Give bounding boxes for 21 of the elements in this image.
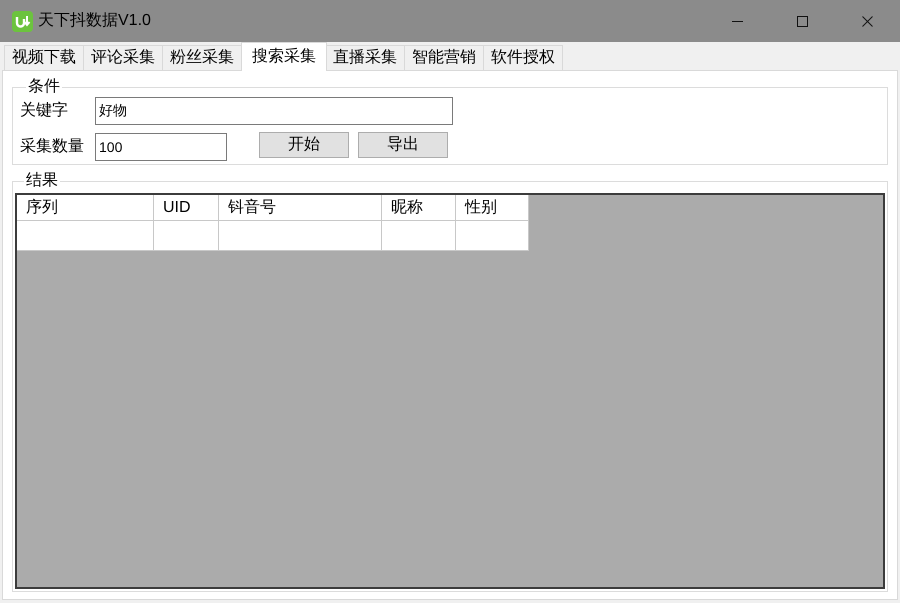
window-title: 天下抖数据V1.0 — [38, 11, 151, 31]
text-field[interactable]: 好物 — [95, 97, 453, 125]
app-icon — [12, 10, 33, 32]
field-label: 采集数量 — [20, 136, 85, 157]
group-title: 结果 — [25, 172, 59, 190]
column-header: 昵称 — [382, 195, 456, 221]
column-header: 性别 — [456, 195, 529, 221]
tab[interactable]: 视频下载 — [4, 45, 84, 70]
column-header: 序列 — [17, 195, 154, 221]
tab[interactable]: 搜索采集 — [241, 42, 327, 71]
tab[interactable]: 软件授权 — [483, 45, 563, 70]
action-button[interactable]: 开始 — [259, 132, 349, 158]
maximize-icon — [797, 16, 808, 26]
field-label: 关键字 — [20, 100, 69, 121]
text-field[interactable]: 100 — [95, 133, 227, 161]
table-cell — [154, 221, 219, 251]
column-header: 钭音号 — [219, 195, 382, 221]
close-icon — [862, 16, 873, 26]
column-header: UID — [154, 195, 219, 221]
group-title: 条件 — [27, 78, 61, 96]
action-button[interactable]: 导出 — [358, 132, 448, 158]
